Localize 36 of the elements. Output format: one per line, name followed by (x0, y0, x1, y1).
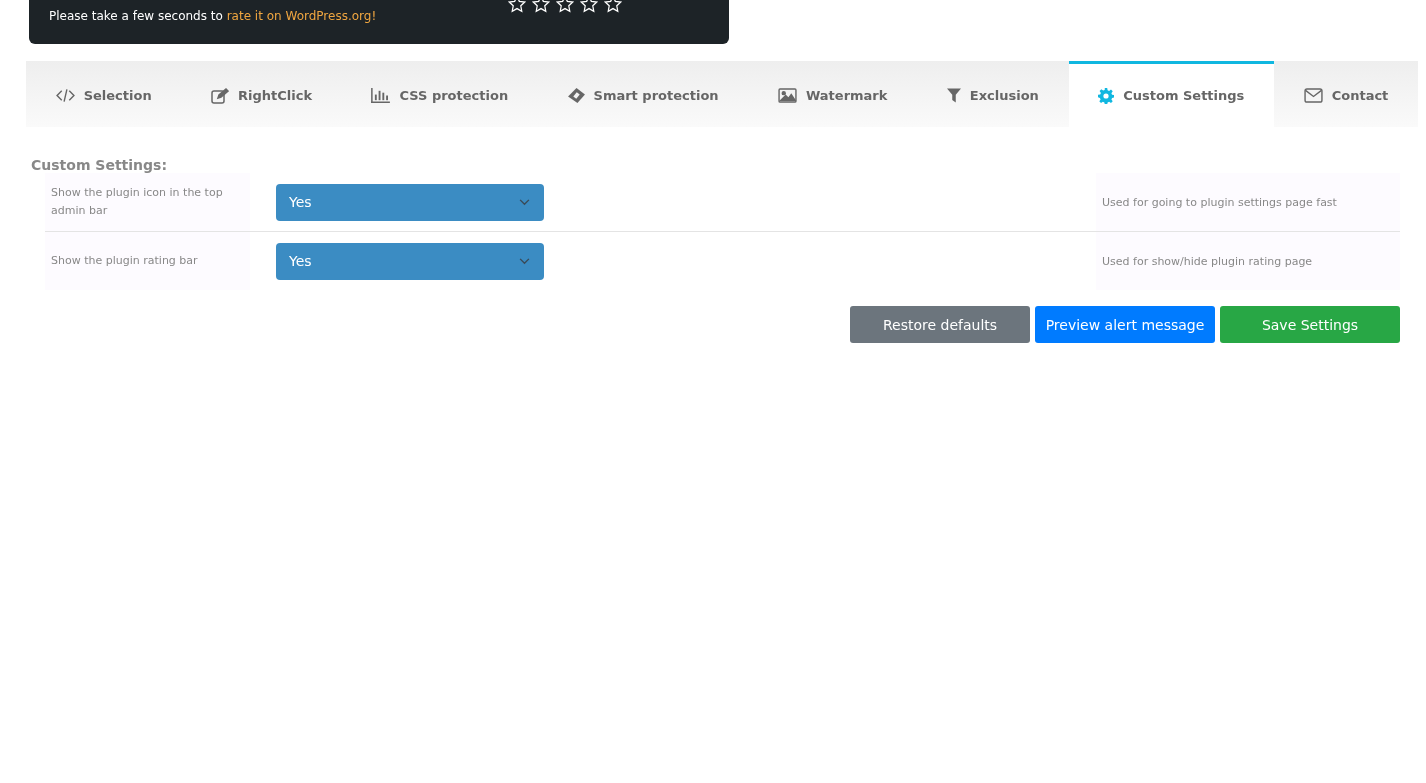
chevron-down-icon (519, 257, 530, 265)
code-icon (55, 88, 75, 103)
rating-link[interactable]: rate it on WordPress.org! (226, 9, 377, 23)
tab[interactable]: Watermark (748, 61, 918, 127)
tab[interactable]: Selection (26, 61, 182, 127)
mail-icon (1303, 88, 1323, 103)
select-field[interactable]: Yes (276, 242, 544, 280)
section-title: Custom Settings: (31, 157, 169, 173)
tab[interactable]: Custom Settings (1068, 61, 1274, 127)
action-button[interactable]: Restore defaults (850, 306, 1030, 343)
setting-label: Show the plugin icon in the top admin bar (45, 173, 250, 231)
tab[interactable]: CSS protection (341, 61, 538, 127)
action-button[interactable]: Preview alert message (1035, 306, 1215, 343)
star-icon[interactable] (580, 0, 598, 13)
select-field[interactable]: Yes (276, 183, 544, 221)
edit-icon (211, 87, 230, 104)
ticket-icon (567, 88, 585, 103)
star-icon[interactable] (532, 0, 550, 13)
tab[interactable]: Smart protection (537, 61, 749, 127)
star-icon[interactable] (556, 0, 574, 13)
star-rating[interactable] (508, 0, 622, 13)
settings-icon (1098, 87, 1115, 104)
star-icon[interactable] (508, 0, 526, 13)
tab[interactable]: RightClick (181, 61, 342, 127)
chevron-down-icon (519, 198, 530, 206)
image-icon (777, 88, 797, 103)
tab[interactable]: Contact (1274, 61, 1418, 127)
tab[interactable]: Exclusion (917, 61, 1069, 127)
setting-label: Show the plugin rating bar (45, 232, 250, 290)
bar-chart-icon (371, 88, 391, 103)
filter-icon (946, 88, 961, 103)
action-button[interactable]: Save Settings (1220, 306, 1400, 343)
rating-message: Please take a few seconds to rate it on WordPress.org! (49, 9, 377, 23)
star-icon[interactable] (604, 0, 622, 13)
setting-description: Used for show/hide plugin rating page (1096, 232, 1400, 290)
setting-description: Used for going to plugin settings page fast (1096, 173, 1400, 231)
